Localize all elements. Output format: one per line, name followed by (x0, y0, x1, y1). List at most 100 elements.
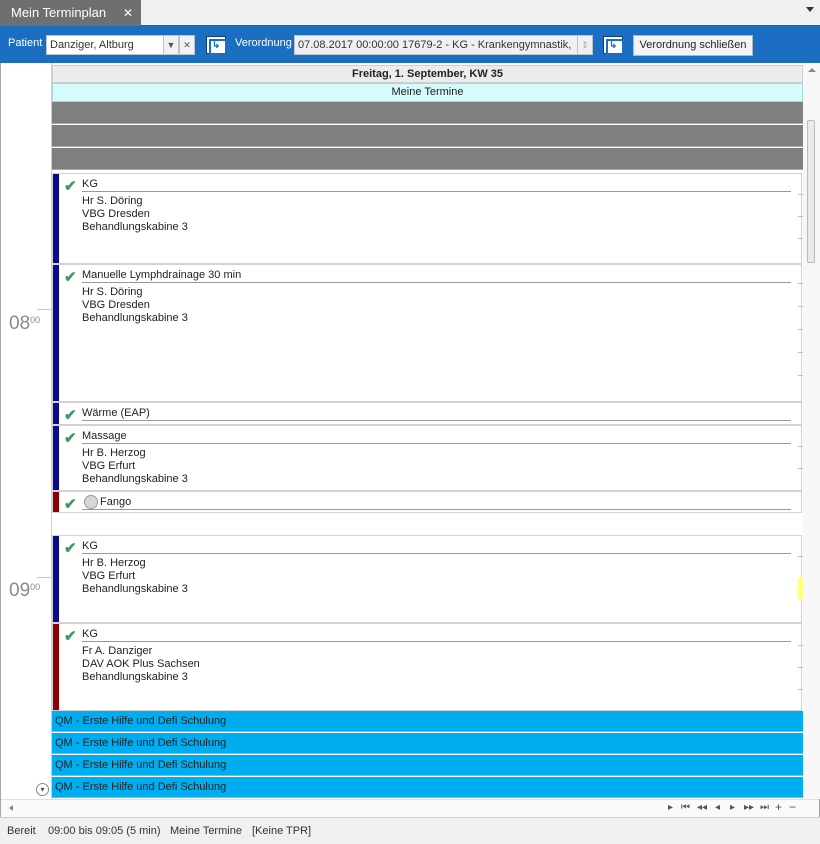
hour-line (37, 309, 52, 310)
status-bar (53, 624, 59, 710)
appointment-title: KG (82, 178, 98, 190)
appointment-title: Massage (82, 430, 127, 442)
nav-next-item-icon[interactable]: ▸ (730, 802, 735, 813)
verordnung-label: Verordnung (235, 37, 292, 49)
nav-first-icon[interactable]: ⏮ (681, 802, 690, 813)
day-scheduler: 0800 0900 ▾ Freitag, 1. September, KW 35… (0, 63, 820, 817)
divider (82, 282, 791, 283)
check-icon: ✔ (64, 496, 77, 513)
check-icon: ✔ (64, 178, 77, 195)
appointment[interactable]: ✔ Manuelle Lymphdrainage 30 min Hr S. Dö… (52, 264, 802, 402)
scroll-thumb[interactable] (807, 120, 815, 263)
appointment-insurer: VBG Erfurt (82, 460, 136, 472)
nav-next-page-icon[interactable]: ▸▸ (744, 802, 754, 813)
appointment[interactable]: ✔ KG Hr B. Herzog VBG Erfurt Behandlungs… (52, 535, 802, 623)
verordnung-combo[interactable]: 07.08.2017 00:00:00 17679-2 - KG - Krank… (294, 35, 578, 55)
check-icon: ✔ (64, 269, 77, 286)
check-icon: ✔ (64, 407, 77, 424)
appointment-therapist: Hr S. Döring (82, 286, 143, 298)
nav-next-icon[interactable]: ▸ (668, 802, 673, 813)
verordnung-spin-icon[interactable]: ⇕ (577, 35, 593, 55)
divider (82, 191, 791, 192)
tab-title: Mein Terminplan (11, 5, 107, 20)
appointment-room: Behandlungskabine 3 (82, 473, 188, 485)
hour-label-08: 0800 (9, 313, 41, 334)
horizontal-scrollbar[interactable]: ▸ ⏮ ◂◂ ◂ ▸ ▸▸ ⏭ + − (1, 799, 819, 817)
status-bar (53, 426, 59, 490)
appointment-room: Behandlungskabine 3 (82, 221, 188, 233)
qm-event[interactable]: QM - Erste Hilfe und Defi Schulung (52, 733, 803, 754)
appointment[interactable]: ✔ Massage Hr B. Herzog VBG Erfurt Behand… (52, 425, 802, 491)
appointment-insurer: DAV AOK Plus Sachsen (82, 658, 200, 670)
scroll-up-icon[interactable] (808, 68, 816, 72)
nav-prev-page-icon[interactable]: ◂◂ (697, 802, 707, 813)
appointment-therapist: Hr B. Herzog (82, 447, 146, 459)
status-bar (53, 536, 59, 622)
day-header: Freitag, 1. September, KW 35 (52, 65, 803, 83)
divider (82, 443, 791, 444)
hour-line (37, 577, 52, 578)
appointment-title: Fango (100, 496, 132, 508)
nav-prev-icon[interactable]: ◂ (715, 802, 720, 813)
divider (82, 641, 791, 642)
appointment-room: Behandlungskabine 3 (82, 312, 188, 324)
patient-label: Patient (8, 37, 43, 49)
time-ruler: 0800 0900 ▾ (1, 63, 52, 799)
chevron-down-icon[interactable] (806, 7, 814, 12)
appointment-title: KG (82, 540, 98, 552)
appointment-insurer: VBG Dresden (82, 299, 150, 311)
appointment-title: Wärme (EAP) (82, 407, 150, 419)
hour-label-09: 0900 (9, 580, 41, 601)
close-icon[interactable]: ✕ (123, 0, 133, 26)
open-verordnung-icon[interactable] (603, 36, 624, 55)
appointment[interactable]: ✔ Wärme (EAP) (52, 402, 802, 425)
appointment[interactable]: ✔ Fango (52, 491, 802, 513)
qm-event[interactable]: QM - Erste Hilfe und Defi Schulung (52, 777, 803, 798)
remove-icon[interactable]: − (789, 800, 796, 814)
divider (82, 509, 791, 510)
status-bar (53, 265, 59, 401)
status-state: Bereit (7, 825, 36, 837)
nav-last-icon[interactable]: ⏭ (760, 802, 769, 813)
open-patient-icon[interactable] (206, 36, 227, 55)
check-icon: ✔ (64, 628, 77, 645)
appointment-title: KG (82, 628, 98, 640)
status-bar (53, 492, 59, 512)
patient-dropdown-icon[interactable]: ▼ (163, 35, 179, 55)
appointment[interactable]: ✔ KG Fr A. Danziger DAV AOK Plus Sachsen… (52, 623, 802, 711)
blocked-slot (52, 125, 803, 147)
add-icon[interactable]: + (775, 800, 782, 814)
appointment-title: Manuelle Lymphdrainage 30 min (82, 269, 242, 281)
qm-event[interactable]: QM - Erste Hilfe und Defi Schulung (52, 711, 803, 732)
document-tab-strip: Mein Terminplan ✕ (0, 0, 820, 26)
appointment-room: Behandlungskabine 3 (82, 671, 188, 683)
fango-coin-icon (84, 495, 98, 509)
qm-event[interactable]: QM - Erste Hilfe und Defi Schulung (52, 755, 803, 776)
blocked-slot (52, 148, 803, 170)
status-bar (53, 174, 59, 263)
close-verordnung-button[interactable]: Verordnung schließen (633, 35, 753, 56)
appointment-insurer: VBG Dresden (82, 208, 150, 220)
appointment-therapist: Hr S. Döring (82, 195, 143, 207)
patient-combo[interactable]: Danziger, Altburg (46, 35, 164, 55)
appointment-insurer: VBG Erfurt (82, 570, 136, 582)
status-bar: Bereit 09:00 bis 09:05 (5 min) Meine Ter… (0, 817, 820, 844)
status-bar (53, 403, 59, 424)
patient-clear-icon[interactable]: ✕ (179, 35, 195, 55)
resource-header: Meine Termine (52, 83, 803, 102)
status-tpr: [Keine TPR] (252, 825, 312, 837)
tab-mein-terminplan[interactable]: Mein Terminplan ✕ (0, 0, 141, 26)
vertical-scrollbar[interactable] (803, 63, 820, 799)
blocked-slot (52, 102, 803, 124)
check-icon: ✔ (64, 540, 77, 557)
divider (82, 420, 791, 421)
appointment-therapist: Fr A. Danziger (82, 645, 153, 657)
appointment[interactable]: ✔ KG Hr S. Döring VBG Dresden Behandlung… (52, 173, 802, 264)
status-resource: Meine Termine (170, 825, 242, 837)
patient-toolbar: Patient Danziger, Altburg ▼ ✕ Verordnung… (0, 26, 820, 63)
check-icon: ✔ (64, 430, 77, 447)
status-selected-time: 09:00 bis 09:05 (5 min) (48, 825, 161, 837)
scroll-left-icon[interactable] (9, 805, 13, 811)
appointment-therapist: Hr B. Herzog (82, 557, 146, 569)
scroll-down-icon[interactable]: ▾ (36, 783, 49, 796)
